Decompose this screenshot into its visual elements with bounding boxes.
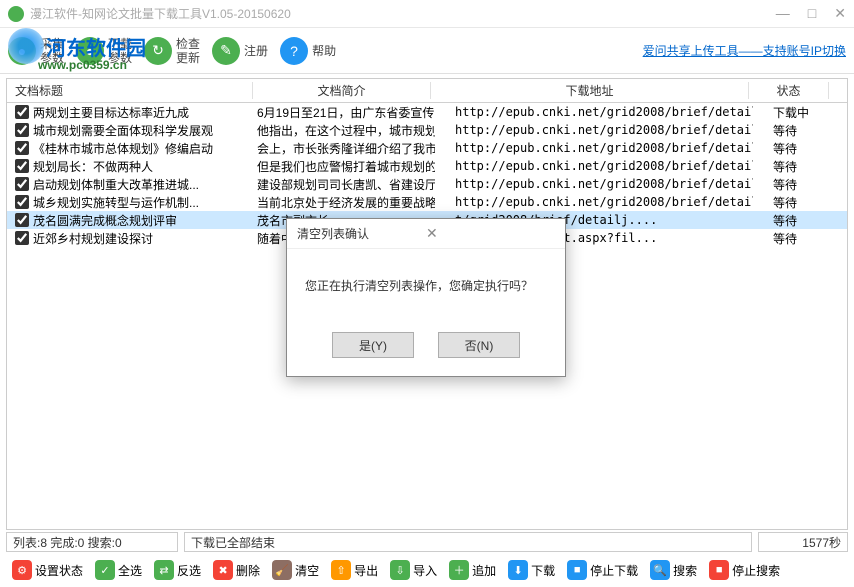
yes-button[interactable]: 是(Y) (332, 332, 414, 358)
dialog-footer: 是(Y) 否(N) (287, 322, 565, 376)
dialog-title: 清空列表确认 (297, 225, 426, 242)
confirm-dialog: 清空列表确认 ✕ 您正在执行清空列表操作，您确定执行吗？ 是(Y) 否(N) (286, 218, 566, 377)
dialog-close-icon[interactable]: ✕ (426, 225, 555, 242)
dialog-titlebar: 清空列表确认 ✕ (287, 219, 565, 249)
modal-overlay: 清空列表确认 ✕ 您正在执行清空列表操作，您确定执行吗？ 是(Y) 否(N) (0, 0, 854, 587)
dialog-message: 您正在执行清空列表操作，您确定执行吗？ (287, 249, 565, 322)
no-button[interactable]: 否(N) (438, 332, 520, 358)
